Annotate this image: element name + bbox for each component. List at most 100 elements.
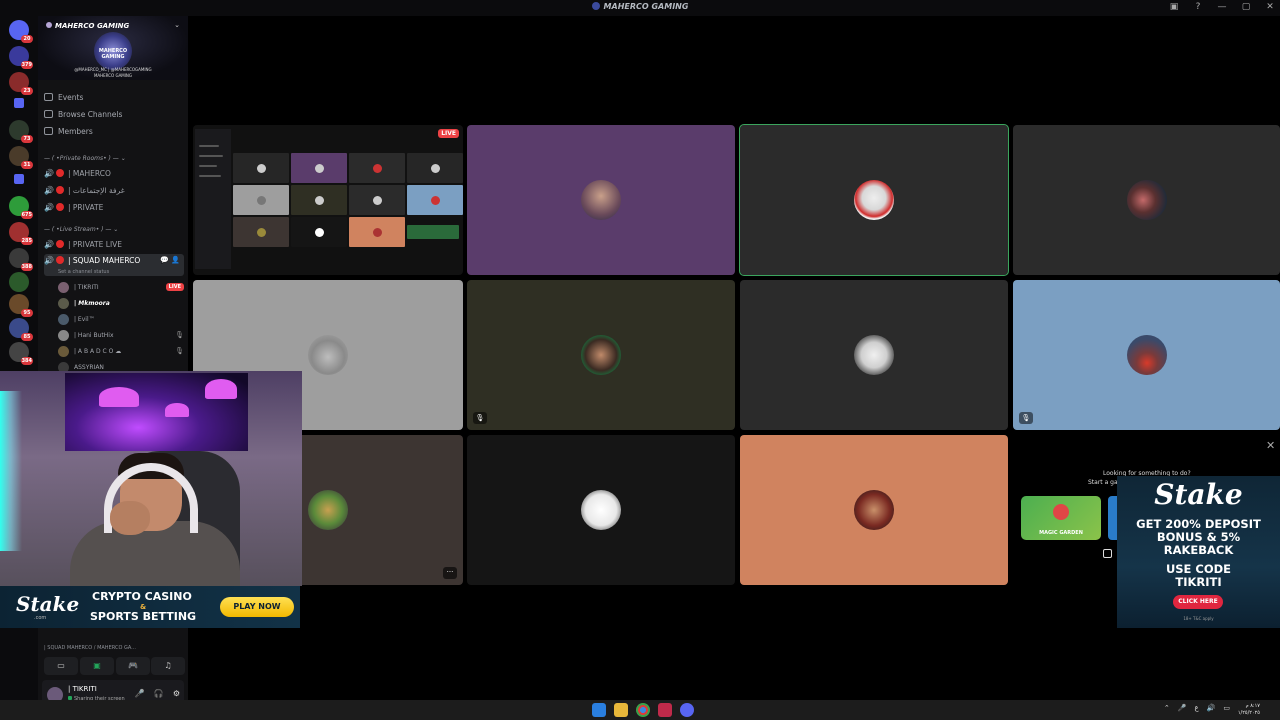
windows-taskbar: ⌃ 🎤 ع 🔊 ▭ ٨:١٧ م ١/٢٥/٢٠٢٥	[0, 700, 1280, 720]
click-here-button[interactable]: CLICK HERE	[1173, 595, 1223, 609]
microphone-tray-icon[interactable]: 🎤	[1178, 704, 1187, 712]
activity-card[interactable]: MAGIC GARDEN	[1021, 496, 1101, 540]
close-icon[interactable]: ✕	[1266, 439, 1275, 452]
banner-line: CRYPTO CASINO	[92, 590, 192, 603]
nav-events[interactable]: Events	[44, 90, 83, 104]
close-icon[interactable]: ✕	[1264, 2, 1276, 12]
server-icon[interactable]: 675	[9, 196, 33, 219]
home-icon[interactable]: 20	[9, 20, 33, 43]
discord-icon[interactable]	[680, 703, 694, 717]
camera-button[interactable]: ▭	[44, 657, 78, 675]
file-explorer-icon[interactable]	[614, 703, 628, 717]
network-icon[interactable]: ▭	[1223, 704, 1230, 712]
channel-status[interactable]: Set a channel status	[58, 269, 109, 275]
nav-browse-channels[interactable]: Browse Channels	[44, 107, 122, 121]
folder-icon[interactable]	[14, 98, 24, 108]
shared-screen-tile	[291, 185, 347, 215]
minimize-icon[interactable]: —	[1216, 2, 1228, 12]
participant-tile[interactable]: 🎙	[467, 280, 735, 430]
mushroom-shape	[99, 387, 139, 407]
red-circle-icon	[56, 203, 64, 211]
participant-avatar	[1126, 180, 1167, 220]
server-icon[interactable]: 73	[9, 120, 33, 143]
maximize-icon[interactable]: ▢	[1240, 2, 1252, 12]
background-screen	[65, 373, 248, 451]
members-icon	[44, 127, 53, 135]
unread-badge: 31	[21, 161, 33, 169]
participant-tile[interactable]	[740, 435, 1008, 585]
red-circle-icon	[56, 169, 64, 177]
voice-member[interactable]: | TIKRITI LIVE	[58, 280, 184, 294]
play-now-button[interactable]: PLAY NOW	[220, 597, 294, 617]
live-badge: LIVE	[165, 283, 184, 291]
chevron-down-icon[interactable]: ⌄	[174, 21, 180, 29]
avatar	[58, 281, 69, 293]
server-icon[interactable]: 384	[9, 342, 33, 365]
microphone-icon[interactable]: 🎤	[135, 689, 145, 698]
mic-muted-icon: 🎙	[175, 347, 184, 355]
server-icon[interactable]: 95	[9, 294, 33, 317]
activity-checkbox[interactable]	[1103, 549, 1112, 558]
avatar	[58, 297, 69, 309]
participant-avatar	[581, 490, 621, 530]
red-circle-icon	[56, 186, 64, 194]
voice-channel[interactable]: 🔊 | PRIVATE	[44, 200, 184, 214]
participant-tile[interactable]	[740, 280, 1008, 430]
server-icon[interactable]	[9, 272, 29, 292]
screen-share-button[interactable]: ▣	[80, 657, 114, 675]
unread-badge: 20	[21, 35, 33, 43]
server-icon[interactable]: 379	[9, 46, 33, 69]
stake-banner-right[interactable]: Stake GET 200% DEPOSIT BONUS & 5% RAKEBA…	[1117, 476, 1280, 628]
chrome-icon[interactable]	[636, 703, 650, 717]
avatar	[58, 313, 69, 325]
more-options-icon[interactable]: ···	[443, 567, 457, 579]
participant-tile-speaking[interactable]	[739, 124, 1009, 276]
windows-start-icon[interactable]	[592, 703, 606, 717]
language-icon[interactable]: ع	[1194, 704, 1198, 712]
help-icon[interactable]: ?	[1192, 2, 1204, 12]
shared-screen-tile	[233, 153, 289, 183]
server-banner[interactable]: MAHERCO GAMING ⌄ MAHERCO GAMING @MAHERCO…	[38, 16, 188, 80]
server-icon[interactable]: 85	[9, 318, 33, 341]
folder-icon[interactable]	[14, 174, 24, 184]
mic-muted-icon: 🎙	[175, 331, 184, 339]
stake-banner-left[interactable]: Stake .com CRYPTO CASINO & SPORTS BETTIN…	[0, 586, 300, 628]
category-live-stream[interactable]: — ( •Live Stream• ) — ⌄	[44, 226, 118, 233]
inbox-icon[interactable]: ▣	[1168, 2, 1180, 12]
unread-badge: 388	[20, 263, 33, 271]
streaming-app-icon[interactable]	[658, 703, 672, 717]
window-controls: ▣ ? — ▢ ✕	[1168, 2, 1276, 12]
server-name[interactable]: MAHERCO GAMING	[46, 22, 129, 30]
soundboard-button[interactable]: ♫	[151, 657, 185, 675]
activity-button[interactable]: 🎮	[116, 657, 150, 675]
participant-tile[interactable]: 🎙	[1013, 280, 1280, 430]
voice-channel[interactable]: 🔊 | MAHERCO	[44, 166, 184, 180]
mic-muted-icon: 🎙	[1019, 412, 1033, 424]
server-icon[interactable]: 23	[9, 72, 33, 95]
voice-channel[interactable]: 🔊 | PRIVATE LIVE	[44, 237, 184, 251]
participant-avatar	[308, 490, 348, 530]
voice-member[interactable]: | Evil™	[58, 312, 184, 326]
settings-gear-icon[interactable]: ⚙	[173, 689, 180, 698]
banner-code: USE CODE TIKRITI	[1165, 562, 1232, 589]
screen-share-tile[interactable]: LIVE	[193, 125, 463, 275]
taskbar-clock[interactable]: ٨:١٧ م ١/٢٥/٢٠٢٥	[1238, 703, 1260, 717]
server-icon[interactable]: 31	[9, 146, 33, 169]
participant-tile[interactable]	[467, 125, 735, 275]
participant-tile[interactable]	[467, 435, 735, 585]
category-private-rooms[interactable]: — ( •Private Rooms• ) — ⌄	[44, 155, 126, 162]
chevron-up-icon[interactable]: ⌃	[1164, 704, 1170, 712]
participant-tile[interactable]	[1013, 125, 1280, 275]
voice-member[interactable]: | Mkmoora	[58, 296, 184, 310]
voice-member[interactable]: | Hani ButHix 🎙	[58, 328, 184, 342]
volume-icon[interactable]: 🔊	[1207, 704, 1216, 712]
rgb-light	[0, 391, 22, 551]
voice-member[interactable]: | A B A D C O ☁ 🎙	[58, 344, 184, 358]
voice-channel[interactable]: 🔊 | غرفة الإجتماعات	[44, 183, 184, 197]
server-icon[interactable]: 285	[9, 222, 33, 245]
headphones-icon[interactable]: 🎧	[154, 689, 164, 698]
avatar	[58, 345, 69, 357]
nav-members[interactable]: Members	[44, 124, 93, 138]
server-icon[interactable]: 388	[9, 248, 33, 271]
channel-tools[interactable]: 💬 👤	[160, 256, 180, 264]
